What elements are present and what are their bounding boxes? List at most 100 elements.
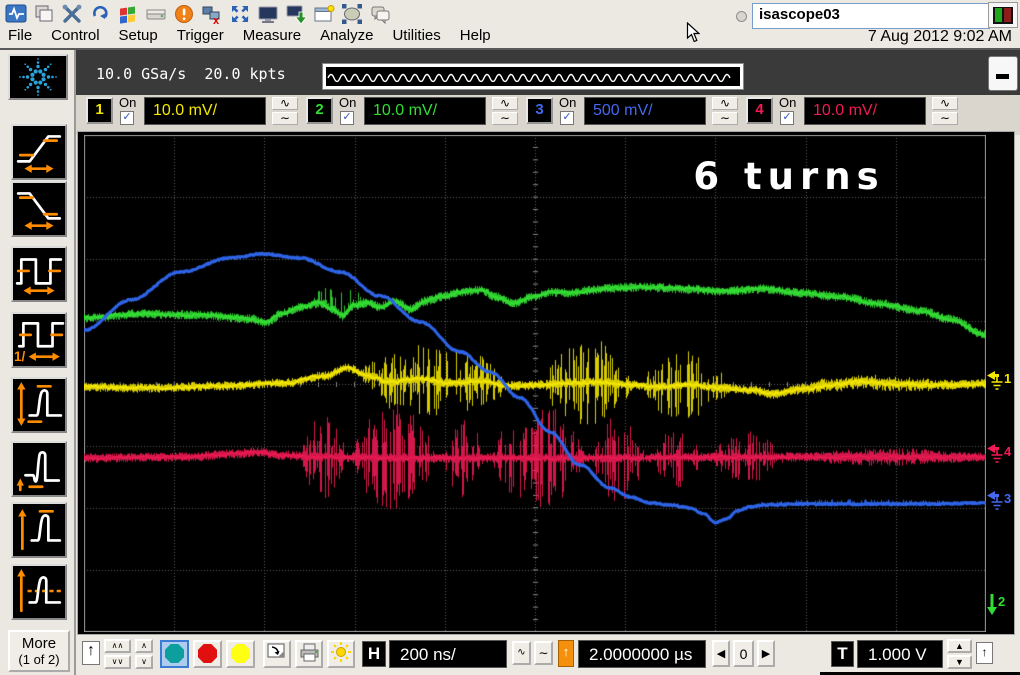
channel-3-scale-display[interactable]: 500 mV/ bbox=[584, 97, 706, 125]
measure-period-button[interactable] bbox=[11, 246, 67, 302]
trigger-level-display[interactable]: 1.000 V bbox=[857, 640, 943, 668]
run-button[interactable] bbox=[160, 640, 189, 668]
stop-button[interactable] bbox=[193, 640, 222, 668]
refresh-icon[interactable] bbox=[88, 2, 112, 26]
acquisition-overview-bar[interactable] bbox=[323, 64, 743, 89]
timebase-zoom-in-button[interactable]: ∼ bbox=[534, 641, 553, 665]
menu-setup[interactable]: Setup bbox=[119, 27, 158, 47]
display-refresh-icon[interactable] bbox=[284, 2, 308, 26]
timebase-zoom-out-button[interactable]: ∿ bbox=[512, 641, 531, 665]
channel-2-on-checkbox[interactable]: ✓ bbox=[340, 111, 354, 125]
tools-icon[interactable] bbox=[60, 2, 84, 26]
arrow-left-icon: ◀ bbox=[717, 648, 725, 660]
agilent-logo-button[interactable] bbox=[8, 54, 68, 100]
marker-up-button[interactable]: ↑ bbox=[82, 641, 100, 665]
channel-2-button[interactable]: 2 bbox=[306, 97, 333, 124]
scale-coarse-up-button[interactable]: ∧∧ bbox=[104, 639, 131, 653]
channel-3-button[interactable]: 3 bbox=[526, 97, 553, 124]
horizontal-menu-button[interactable]: H bbox=[362, 641, 386, 667]
channel-1-scale-up-button[interactable]: ∿ bbox=[272, 97, 298, 110]
trigger-level-up-button[interactable]: ▲ bbox=[947, 639, 972, 653]
run-led bbox=[995, 8, 1002, 22]
channel-3-on-checkbox[interactable]: ✓ bbox=[560, 111, 574, 125]
channel-2-ground-marker[interactable]: 2 bbox=[987, 594, 1005, 614]
channel-2-scale-display[interactable]: 10.0 mV/ bbox=[364, 97, 486, 125]
channel-4-ground-marker[interactable]: 4 bbox=[987, 444, 1011, 464]
comments-icon[interactable] bbox=[368, 2, 392, 26]
collapse-toolbar-button[interactable] bbox=[988, 56, 1018, 91]
more-measurements-button[interactable]: More (1 of 2) bbox=[8, 630, 70, 672]
channel-2-scale-down-button[interactable]: ∼ bbox=[492, 112, 518, 125]
scale-fine-up-button[interactable]: ∧ bbox=[135, 639, 153, 653]
scale-fine-down-button[interactable]: ∨ bbox=[135, 655, 153, 669]
channel-4-on-checkbox[interactable]: ✓ bbox=[780, 111, 794, 125]
measure-v-max-button[interactable] bbox=[11, 502, 67, 558]
more-page-indicator: (1 of 2) bbox=[10, 652, 68, 667]
svg-text:1/: 1/ bbox=[14, 349, 26, 364]
shape-ellipse-icon[interactable] bbox=[340, 2, 364, 26]
channel-2-scale-up-button[interactable]: ∿ bbox=[492, 97, 518, 110]
menu-utilities[interactable]: Utilities bbox=[392, 27, 440, 47]
arrow-up-icon: ↑ bbox=[563, 644, 570, 659]
timebase-display[interactable]: 200 ns/ bbox=[389, 640, 507, 668]
print-button[interactable] bbox=[295, 640, 323, 668]
marker-label: 2 bbox=[998, 594, 1005, 609]
measure-peak-to-peak-button[interactable] bbox=[11, 377, 67, 433]
fullscreen-icon[interactable] bbox=[228, 2, 252, 26]
channel-3-scale-down-button[interactable]: ∼ bbox=[712, 112, 738, 125]
menu-trigger[interactable]: Trigger bbox=[177, 27, 224, 47]
windows-icon[interactable] bbox=[32, 2, 56, 26]
channel-4-scale-down-button[interactable]: ∼ bbox=[932, 112, 958, 125]
channel-1-ground-marker[interactable]: 1 bbox=[987, 371, 1011, 391]
trigger-marker-button[interactable]: ↑ bbox=[976, 642, 993, 664]
menu-analyze[interactable]: Analyze bbox=[320, 27, 373, 47]
trigger-menu-button[interactable]: T bbox=[831, 641, 854, 667]
menu-file[interactable]: File bbox=[8, 27, 32, 47]
menu-control[interactable]: Control bbox=[51, 27, 99, 47]
channel-2-group: 2 On ✓ 10.0 mV/ ∿ ∼ bbox=[306, 95, 520, 133]
channel-1-button[interactable]: 1 bbox=[86, 97, 113, 124]
waveform-canvas bbox=[84, 135, 986, 632]
oscilloscope-app-icon[interactable] bbox=[4, 2, 28, 26]
channel-3-ground-marker[interactable]: 3 bbox=[987, 491, 1011, 511]
disk-drive-icon[interactable] bbox=[144, 2, 168, 26]
measure-v-min-button[interactable] bbox=[11, 441, 67, 497]
channel-4-scale-up-button[interactable]: ∿ bbox=[932, 97, 958, 110]
sine-icon: ∿ bbox=[720, 96, 730, 110]
minimize-icon bbox=[996, 74, 1009, 79]
single-button[interactable] bbox=[226, 640, 255, 668]
measure-fall-time-button[interactable] bbox=[11, 181, 67, 237]
measure-rise-time-button[interactable] bbox=[11, 124, 67, 180]
sine-icon: ∿ bbox=[280, 96, 290, 110]
memory-depth: 20.0 kpts bbox=[204, 65, 285, 83]
channel-1-scale-display[interactable]: 10.0 mV/ bbox=[144, 97, 266, 125]
menu-help[interactable]: Help bbox=[460, 27, 491, 47]
channel-4-button[interactable]: 4 bbox=[746, 97, 773, 124]
waveform-display: 6 turns 1 4 3 2 bbox=[77, 131, 1015, 635]
menu-measure[interactable]: Measure bbox=[243, 27, 301, 47]
clear-display-button[interactable] bbox=[327, 640, 355, 668]
hostname-field[interactable]: isascope03 bbox=[752, 3, 990, 29]
screen-capture-button[interactable] bbox=[263, 640, 291, 668]
horizontal-position-display[interactable]: 2.0000000 µs bbox=[578, 640, 706, 668]
channel-3-scale-up-button[interactable]: ∿ bbox=[712, 97, 738, 110]
position-right-button[interactable]: ▶ bbox=[757, 640, 775, 667]
sine-icon: ∼ bbox=[500, 111, 510, 125]
position-zero-button[interactable]: 0 bbox=[733, 640, 754, 667]
position-left-button[interactable]: ◀ bbox=[712, 640, 730, 667]
trigger-level-down-button[interactable]: ▼ bbox=[947, 655, 972, 669]
sample-rate: 10.0 GSa/s bbox=[96, 65, 186, 83]
trigger-position-button[interactable]: ↑ bbox=[558, 640, 574, 667]
display-icon[interactable] bbox=[256, 2, 280, 26]
channel-1-on-checkbox[interactable]: ✓ bbox=[120, 111, 134, 125]
alert-icon[interactable] bbox=[172, 2, 196, 26]
scale-coarse-down-button[interactable]: ∨∨ bbox=[104, 655, 131, 669]
measure-frequency-button[interactable]: 1/ bbox=[11, 312, 67, 368]
network-error-icon[interactable]: x bbox=[200, 2, 224, 26]
windows-logo-icon[interactable] bbox=[116, 2, 140, 26]
channel-4-scale-display[interactable]: 10.0 mV/ bbox=[804, 97, 926, 125]
capture-icon bbox=[267, 642, 287, 662]
channel-1-scale-down-button[interactable]: ∼ bbox=[272, 112, 298, 125]
new-window-icon[interactable] bbox=[312, 2, 336, 26]
measure-v-average-button[interactable] bbox=[11, 564, 67, 620]
